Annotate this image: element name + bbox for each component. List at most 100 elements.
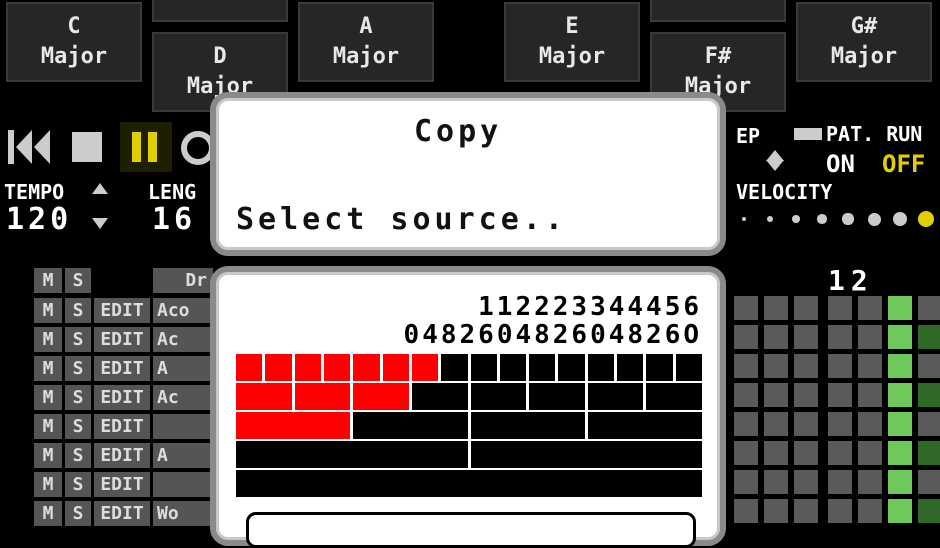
velocity-dot[interactable] <box>842 213 854 225</box>
step-cell[interactable] <box>918 354 940 378</box>
stop-button[interactable] <box>64 122 114 172</box>
step-cell[interactable] <box>764 354 788 378</box>
step-cell[interactable] <box>918 383 940 407</box>
chord-button-blank-1[interactable] <box>152 0 288 22</box>
step-cell[interactable] <box>888 383 912 407</box>
pat-run-on[interactable]: ON <box>826 150 855 178</box>
velocity-dot[interactable] <box>917 210 935 228</box>
source-block[interactable] <box>353 354 380 381</box>
source-block[interactable] <box>411 354 439 381</box>
step-cell[interactable] <box>888 354 912 378</box>
step-cell[interactable] <box>828 325 852 349</box>
step-cell[interactable] <box>918 499 940 523</box>
step-cell[interactable] <box>764 499 788 523</box>
source-block[interactable] <box>323 354 351 381</box>
mute-button[interactable]: M <box>34 327 62 352</box>
step-cell[interactable] <box>858 441 882 465</box>
step-cell[interactable] <box>918 296 940 320</box>
edit-button[interactable]: EDIT <box>94 385 150 410</box>
mute-button[interactable]: M <box>34 356 62 381</box>
step-cell[interactable] <box>734 325 758 349</box>
solo-button[interactable]: S <box>65 327 91 352</box>
step-cell[interactable] <box>888 325 912 349</box>
source-block[interactable] <box>294 354 321 381</box>
source-block[interactable] <box>265 354 292 381</box>
step-cell[interactable] <box>794 470 818 494</box>
source-block[interactable] <box>529 354 556 381</box>
dialog-cancel-button[interactable] <box>246 512 696 548</box>
step-grid[interactable] <box>734 294 940 529</box>
velocity-dot[interactable] <box>892 211 908 227</box>
record-button[interactable] <box>176 122 215 172</box>
solo-button[interactable]: S <box>65 385 91 410</box>
step-cell[interactable] <box>764 412 788 436</box>
step-cell[interactable] <box>918 441 940 465</box>
step-cell[interactable] <box>888 499 912 523</box>
chord-button-blank-2[interactable] <box>650 0 786 22</box>
solo-button[interactable]: S <box>65 298 91 323</box>
velocity-dot[interactable] <box>792 215 800 223</box>
source-block[interactable] <box>353 412 468 439</box>
step-cell[interactable] <box>764 441 788 465</box>
rewind-button[interactable] <box>4 122 56 172</box>
pat-run-toggle-bar[interactable] <box>794 128 822 140</box>
step-cell[interactable] <box>858 412 882 436</box>
velocity-dot[interactable] <box>742 217 746 221</box>
velocity-slider[interactable] <box>734 204 938 234</box>
tempo-up-icon[interactable] <box>92 183 108 194</box>
solo-button[interactable]: S <box>65 501 91 526</box>
step-cell[interactable] <box>828 441 852 465</box>
source-block[interactable] <box>587 354 615 381</box>
edit-button[interactable]: EDIT <box>94 327 150 352</box>
velocity-dot[interactable] <box>767 216 773 222</box>
pat-run-off[interactable]: OFF <box>882 150 925 178</box>
chord-button-c-major[interactable]: C Major <box>6 2 142 82</box>
edit-button[interactable]: EDIT <box>94 356 150 381</box>
source-grid[interactable] <box>236 354 702 500</box>
source-block[interactable] <box>587 383 644 410</box>
source-block[interactable] <box>587 412 702 439</box>
step-cell[interactable] <box>794 383 818 407</box>
source-block[interactable] <box>675 354 702 381</box>
edit-button[interactable]: EDIT <box>94 472 150 497</box>
step-cell[interactable] <box>888 470 912 494</box>
source-block[interactable] <box>236 470 702 497</box>
step-cell[interactable] <box>794 354 818 378</box>
source-block[interactable] <box>236 441 468 468</box>
step-cell[interactable] <box>888 296 912 320</box>
step-cell[interactable] <box>918 412 940 436</box>
source-block[interactable] <box>236 354 263 381</box>
step-cell[interactable] <box>828 470 852 494</box>
velocity-dot[interactable] <box>817 214 827 224</box>
step-cell[interactable] <box>828 354 852 378</box>
step-cell[interactable] <box>858 354 882 378</box>
step-cell[interactable] <box>858 470 882 494</box>
step-cell[interactable] <box>828 383 852 407</box>
mute-button[interactable]: M <box>34 501 62 526</box>
source-block[interactable] <box>353 383 409 410</box>
mute-button[interactable]: M <box>34 298 62 323</box>
source-block[interactable] <box>236 383 292 410</box>
chord-button-e-major[interactable]: E Major <box>504 2 640 82</box>
source-block[interactable] <box>529 383 585 410</box>
edit-button[interactable]: EDIT <box>94 501 150 526</box>
source-block[interactable] <box>294 383 351 410</box>
pause-button[interactable] <box>120 122 172 172</box>
mute-button[interactable]: M <box>34 414 62 439</box>
solo-button[interactable]: S <box>65 414 91 439</box>
step-cell[interactable] <box>764 325 788 349</box>
step-cell[interactable] <box>764 296 788 320</box>
source-block[interactable] <box>617 354 644 381</box>
step-cell[interactable] <box>764 470 788 494</box>
chord-button-g-sharp-major[interactable]: G# Major <box>796 2 932 82</box>
step-cell[interactable] <box>734 441 758 465</box>
edit-button[interactable]: EDIT <box>94 298 150 323</box>
step-cell[interactable] <box>794 325 818 349</box>
step-cell[interactable] <box>858 296 882 320</box>
step-cell[interactable] <box>794 499 818 523</box>
step-down-icon[interactable] <box>766 160 784 171</box>
step-cell[interactable] <box>918 325 940 349</box>
source-block[interactable] <box>646 354 673 381</box>
solo-button[interactable]: S <box>65 443 91 468</box>
step-cell[interactable] <box>794 296 818 320</box>
